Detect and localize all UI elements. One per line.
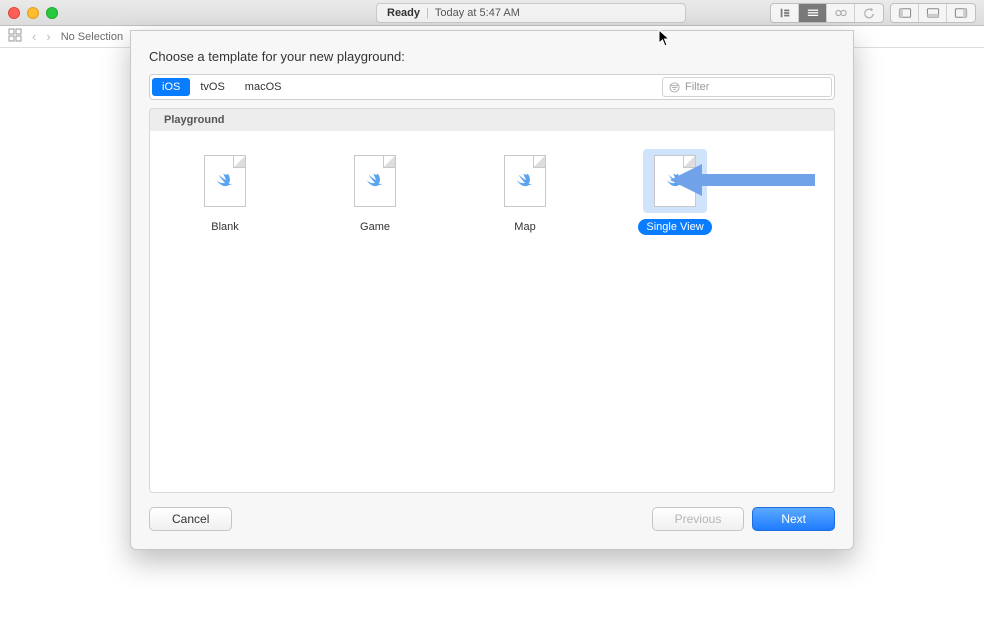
standard-editor-icon[interactable] [771, 4, 799, 22]
bottom-panel-icon[interactable] [919, 4, 947, 22]
filter-field[interactable]: Filter [662, 77, 832, 97]
category-header: Playground [149, 108, 835, 131]
main-toolbar: Ready | Today at 5:47 AM [0, 0, 984, 26]
close-window-button[interactable] [8, 7, 20, 19]
next-button[interactable]: Next [752, 507, 835, 531]
filter-placeholder: Filter [685, 81, 709, 93]
annotation-arrow-icon [670, 160, 815, 205]
template-chooser-dialog: Choose a template for your new playgroun… [130, 30, 854, 550]
template-game[interactable]: Game [330, 149, 420, 235]
assistant-editor-icon[interactable] [799, 4, 827, 22]
dialog-footer: Cancel Previous Next [149, 507, 835, 531]
right-panel-icon[interactable] [947, 4, 975, 22]
template-label: Game [352, 219, 398, 235]
dialog-title: Choose a template for your new playgroun… [149, 49, 835, 64]
template-label: Map [506, 219, 543, 235]
swift-file-icon [504, 155, 546, 207]
related-items-icon[interactable] [8, 28, 22, 45]
status-separator: | [426, 7, 429, 19]
status-bar: Ready | Today at 5:47 AM [376, 3, 686, 23]
cursor-icon [658, 29, 672, 51]
version-editor-icon[interactable] [827, 4, 855, 22]
previous-button[interactable]: Previous [652, 507, 745, 531]
left-panel-icon[interactable] [891, 4, 919, 22]
zoom-window-button[interactable] [46, 7, 58, 19]
status-ready-label: Ready [387, 7, 420, 19]
template-label: Blank [203, 219, 247, 235]
window-controls [8, 7, 58, 19]
editor-mode-segment[interactable] [770, 3, 884, 23]
template-blank[interactable]: Blank [180, 149, 270, 235]
platform-tab-macos[interactable]: macOS [235, 78, 292, 96]
minimize-window-button[interactable] [27, 7, 39, 19]
filter-icon [669, 82, 680, 93]
cancel-button[interactable]: Cancel [149, 507, 232, 531]
no-selection-label: No Selection [61, 31, 123, 43]
platform-tab-ios[interactable]: iOS [152, 78, 190, 96]
nav-forward-icon[interactable]: › [46, 29, 50, 44]
nav-back-icon[interactable]: ‹ [32, 29, 36, 44]
swift-file-icon [354, 155, 396, 207]
back-forward-icon[interactable] [855, 4, 883, 22]
status-time-label: Today at 5:47 AM [435, 7, 520, 19]
template-label: Single View [638, 219, 711, 235]
swift-file-icon [204, 155, 246, 207]
panel-toggle-segment[interactable] [890, 3, 976, 23]
template-map[interactable]: Map [480, 149, 570, 235]
platform-filter-bar: iOS tvOS macOS Filter [149, 74, 835, 100]
platform-tab-tvos[interactable]: tvOS [190, 78, 234, 96]
